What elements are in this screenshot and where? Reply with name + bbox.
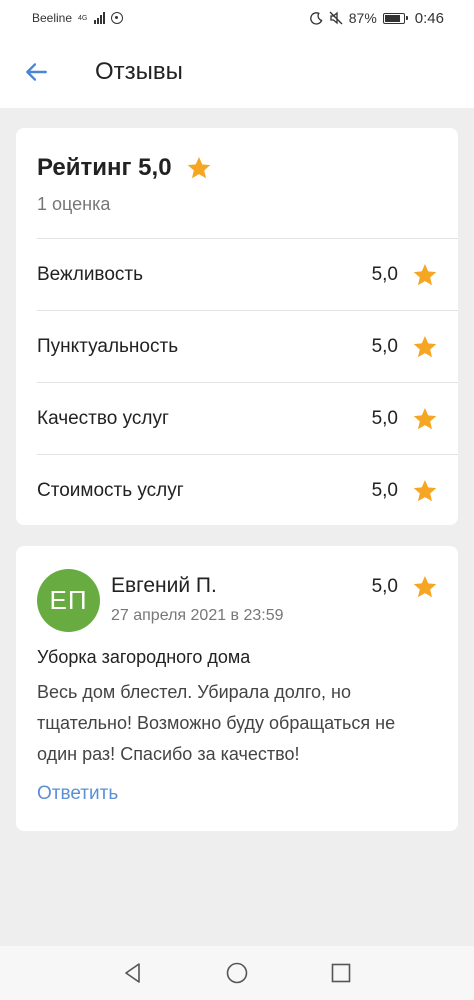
nav-home-button[interactable] [185, 946, 289, 1000]
criteria-value: 5,0 [371, 263, 398, 285]
back-button[interactable] [18, 54, 54, 90]
star-icon [413, 263, 437, 285]
rating-summary-card: Рейтинг 5,0 1 оценка Вежливость 5,0 Пунк… [16, 128, 458, 525]
star-icon [187, 156, 210, 179]
star-icon [413, 335, 437, 357]
review-rating-value: 5,0 [371, 576, 398, 597]
status-left: Beeline 4G [32, 11, 124, 25]
status-bar: Beeline 4G 87% 0:46 [0, 0, 474, 36]
moon-icon [309, 11, 323, 25]
review-service: Уборка загородного дома [37, 647, 251, 667]
network-type: 4G [78, 14, 88, 22]
criteria-label: Качество услуг [37, 407, 169, 429]
nav-back-button[interactable] [81, 946, 185, 1000]
reply-link[interactable]: Ответить [37, 783, 118, 805]
status-right: 87% 0:46 [309, 9, 444, 27]
rating-count: 1 оценка [37, 194, 111, 214]
arrow-left-icon [26, 63, 47, 81]
back-triangle-icon [125, 963, 140, 983]
avatar: ЕП [37, 569, 100, 632]
criteria-list: Вежливость 5,0 Пунктуальность 5,0 Качест… [37, 238, 458, 526]
criteria-row-price: Стоимость услуг 5,0 [37, 454, 458, 526]
signal-icon [94, 12, 106, 24]
home-circle-icon [226, 962, 248, 984]
star-icon [413, 575, 437, 598]
criteria-row-quality: Качество услуг 5,0 [37, 382, 458, 454]
criteria-row-politeness: Вежливость 5,0 [37, 238, 458, 310]
criteria-value: 5,0 [371, 335, 398, 357]
review-rating: 5,0 [372, 574, 438, 600]
criteria-row-punctuality: Пунктуальность 5,0 [37, 310, 458, 382]
rating-title: Рейтинг 5,0 [37, 154, 172, 181]
criteria-value: 5,0 [371, 407, 398, 429]
app-bar: Отзывы [0, 36, 474, 108]
star-icon [413, 479, 437, 501]
review-card: ЕП Евгений П. 27 апреля 2021 в 23:59 5,0… [16, 546, 458, 831]
review-text: Весь дом блестел. Убирала долго, но тщат… [37, 682, 396, 764]
criteria-value: 5,0 [371, 479, 398, 501]
review-date: 27 апреля 2021 в 23:59 [111, 607, 284, 624]
clock: 0:46 [414, 9, 444, 27]
recents-square-icon [331, 963, 351, 983]
battery-icon [382, 12, 408, 24]
carrier-name: Beeline [32, 11, 73, 25]
whatsapp-icon [111, 12, 124, 24]
nav-recents-button[interactable] [289, 946, 393, 1000]
system-nav-bar [0, 946, 474, 1000]
page-title: Отзывы [95, 58, 183, 85]
battery-percent: 87% [348, 10, 377, 26]
mute-icon [329, 11, 343, 25]
review-author: Евгений П. [111, 574, 217, 597]
criteria-label: Пунктуальность [37, 335, 179, 357]
rating-header: Рейтинг 5,0 [37, 154, 212, 182]
criteria-label: Вежливость [37, 263, 143, 285]
star-icon [413, 407, 437, 429]
criteria-label: Стоимость услуг [37, 479, 184, 501]
